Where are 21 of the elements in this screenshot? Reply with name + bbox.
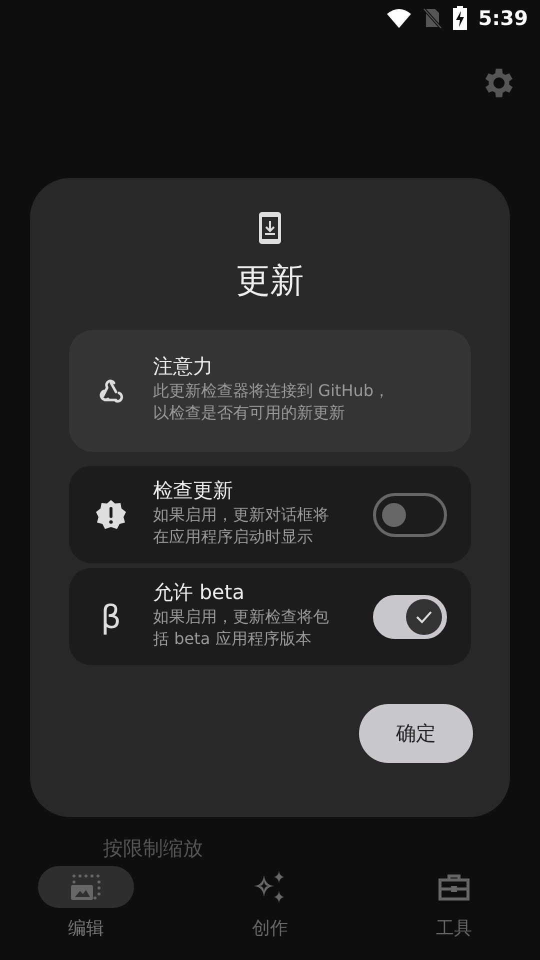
status-time: 5:39 (478, 6, 528, 30)
dialog-title: 更新 (235, 260, 305, 303)
notice-title: 注意力 (153, 353, 214, 380)
battery-charging-icon (452, 6, 468, 30)
menu-item-text: 按限制缩放 (102, 836, 204, 860)
nav-tab[interactable]: 工具 (406, 866, 502, 940)
setting-description: 如果启用，更新检查将包括 beta 应用程序版本 (153, 606, 330, 650)
setting-title: 允许 beta (153, 578, 246, 606)
wifi-icon (386, 8, 412, 28)
confirm-button[interactable]: 确定 (359, 704, 473, 763)
toolbox-icon (437, 872, 471, 902)
toggle-switch[interactable] (373, 594, 447, 638)
nav-tab[interactable]: 创作 (222, 866, 318, 940)
phone-download-icon (259, 212, 281, 244)
no-sim-icon (422, 7, 442, 29)
check-icon (415, 610, 433, 624)
setting-description: 如果启用，更新对话框将在应用程序启动时显示 (153, 504, 330, 548)
beta-symbol: β (100, 598, 122, 636)
toggle-switch[interactable] (373, 492, 447, 536)
setting-title: 检查更新 (153, 476, 234, 504)
notice-text: 此更新检查器将连接到 GitHub，以检查是否有可用的新更新 (153, 380, 391, 424)
